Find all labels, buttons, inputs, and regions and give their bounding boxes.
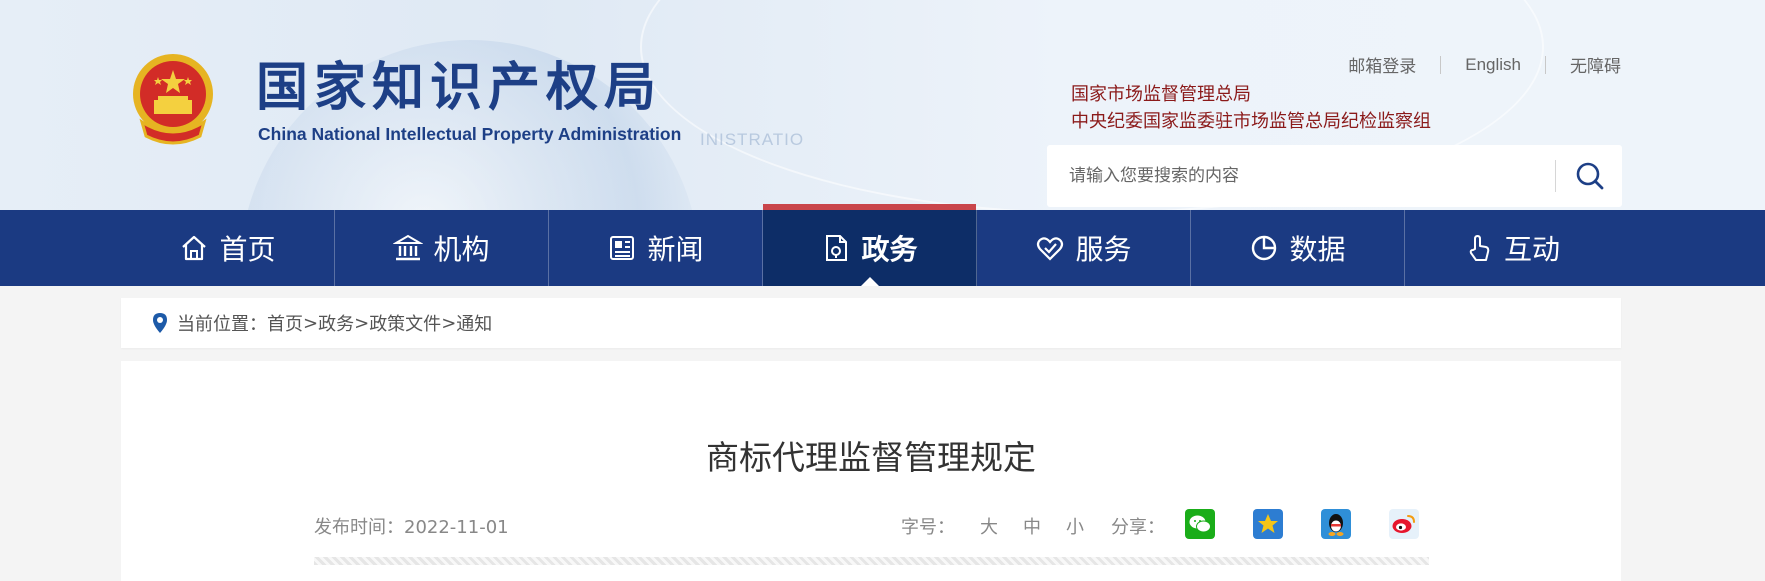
site-logo-english[interactable]: China National Intellectual Property Adm… xyxy=(258,124,681,145)
qzone-icon[interactable] xyxy=(1253,509,1283,539)
top-links: 邮箱登录 English 无障碍 xyxy=(1348,52,1621,77)
mail-login-link[interactable]: 邮箱登录 xyxy=(1348,52,1416,77)
search-input[interactable] xyxy=(1069,145,1589,207)
government-affairs-icon xyxy=(826,235,848,261)
nav-item-service[interactable]: 服务 xyxy=(977,210,1191,286)
nav-item-home[interactable]: 首页 xyxy=(121,210,335,286)
samr-link[interactable]: 国家市场监督管理总局 xyxy=(1071,81,1431,108)
share-bar: 分享： xyxy=(1111,509,1419,539)
nav-item-label: 服务 xyxy=(1075,233,1132,266)
breadcrumb-separator: > xyxy=(441,312,457,334)
english-link[interactable]: English xyxy=(1465,55,1521,75)
nav-item-data[interactable]: 数据 xyxy=(1191,210,1405,286)
breadcrumb-government-affairs[interactable]: 政务 xyxy=(318,310,354,336)
national-emblem-icon xyxy=(133,54,213,145)
search-box xyxy=(1047,145,1622,207)
affiliated-links: 国家市场监督管理总局 中央纪委国家监委驻市场监管总局纪检监察组 xyxy=(1071,81,1431,135)
home-icon xyxy=(182,235,207,261)
search-icon[interactable] xyxy=(1564,155,1616,197)
nav-item-news[interactable]: 新闻 xyxy=(549,210,763,286)
search-divider xyxy=(1555,160,1556,192)
qq-icon[interactable] xyxy=(1321,509,1351,539)
divider-hatched xyxy=(314,557,1429,565)
nav-item-label: 首页 xyxy=(219,233,276,266)
font-size-large[interactable]: 大 xyxy=(980,513,998,539)
share-label: 分享： xyxy=(1111,517,1165,538)
main-navigation: 首页 机构 新闻 政务 服务 数据 互动 xyxy=(0,204,1765,286)
nav-item-interaction[interactable]: 互动 xyxy=(1405,210,1619,286)
nav-item-label: 新闻 xyxy=(647,233,704,266)
nav-item-label: 数据 xyxy=(1289,233,1346,266)
breadcrumb-prefix: 当前位置： xyxy=(177,314,267,335)
site-header: 国家知识产权局 China National Intellectual Prop… xyxy=(0,0,1765,210)
wechat-icon[interactable] xyxy=(1185,509,1215,539)
interaction-hand-icon xyxy=(1469,235,1490,261)
breadcrumb: 当前位置： 首页 > 政务 > 政策文件 > 通知 xyxy=(121,298,1621,348)
accessibility-link[interactable]: 无障碍 xyxy=(1570,52,1621,77)
institution-icon xyxy=(393,234,424,261)
breadcrumb-separator: > xyxy=(303,312,319,334)
article-panel: 商标代理监督管理规定 发布时间：2022-11-01 字号： 大 中 小 分享： xyxy=(121,361,1621,581)
nav-item-institution[interactable]: 机构 xyxy=(335,210,549,286)
data-chart-icon xyxy=(1252,235,1277,261)
nav-item-government-affairs[interactable]: 政务 xyxy=(763,204,977,286)
publish-date-value: 2022-11-01 xyxy=(404,517,509,538)
news-icon xyxy=(610,236,635,260)
publish-date: 发布时间：2022-11-01 xyxy=(314,513,509,539)
top-link-divider xyxy=(1440,55,1442,74)
weibo-icon[interactable] xyxy=(1389,509,1419,539)
breadcrumb-notices[interactable]: 通知 xyxy=(456,310,492,336)
site-logo-chinese[interactable]: 国家知识产权局 xyxy=(256,58,662,118)
font-size-label: 字号： xyxy=(901,517,955,538)
background-watermark-text: INISTRATIO xyxy=(700,130,805,149)
service-icon xyxy=(1037,237,1064,261)
nav-item-label: 机构 xyxy=(433,233,490,266)
breadcrumb-home[interactable]: 首页 xyxy=(267,310,303,336)
nav-item-label: 互动 xyxy=(1503,233,1560,266)
article-meta: 发布时间：2022-11-01 字号： 大 中 小 分享： xyxy=(314,509,1434,541)
breadcrumb-separator: > xyxy=(354,312,370,334)
breadcrumb-policy-documents[interactable]: 政策文件 xyxy=(369,310,441,336)
location-pin-icon xyxy=(153,313,167,333)
article-title: 商标代理监督管理规定 xyxy=(706,438,1036,477)
publish-date-label: 发布时间： xyxy=(314,517,404,538)
font-size-controls: 字号： 大 中 小 xyxy=(901,513,1084,539)
discipline-inspection-link[interactable]: 中央纪委国家监委驻市场监管总局纪检监察组 xyxy=(1071,108,1431,135)
nav-item-label: 政务 xyxy=(861,233,918,266)
font-size-medium[interactable]: 中 xyxy=(1023,513,1041,539)
font-size-small[interactable]: 小 xyxy=(1066,513,1084,539)
top-link-divider xyxy=(1545,55,1546,74)
